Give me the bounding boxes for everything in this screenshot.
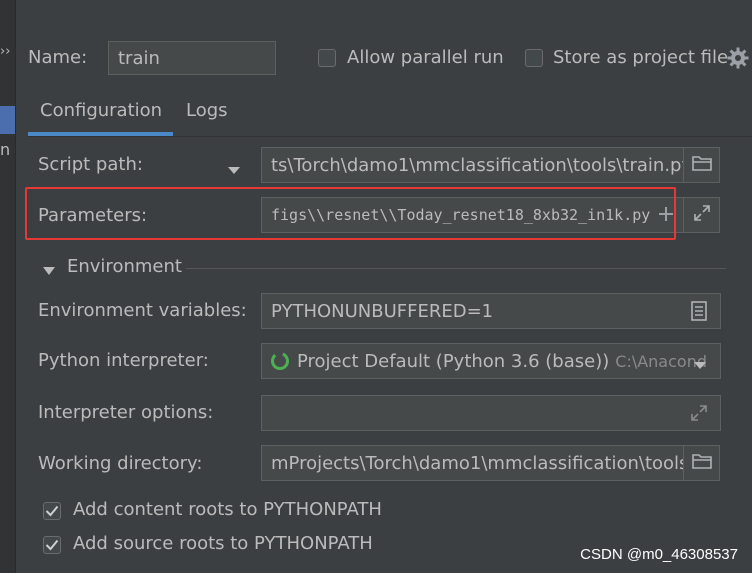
python-loading-icon [270,351,290,371]
csdn-watermark: CSDN @m0_46308537 [580,546,738,563]
interp-options-input[interactable] [261,395,721,431]
interpreter-label: Python interpreter: [38,350,209,371]
expand-chevron-icon[interactable]: ›› [0,44,10,59]
tab-logs[interactable]: Logs [186,100,228,121]
working-dir-browse-button[interactable] [683,445,720,481]
parameters-expand-button[interactable] [683,197,720,233]
script-path-dropdown-icon[interactable] [226,160,242,174]
env-vars-label: Environment variables: [38,300,247,321]
working-dir-input[interactable]: mProjects\Torch\damo1\mmclassification\t… [261,445,684,481]
working-dir-label: Working directory: [38,453,203,474]
interpreter-dropdown-icon[interactable] [692,355,708,369]
allow-parallel-checkbox[interactable] [318,49,336,67]
source-roots-checkbox[interactable] [43,536,61,554]
name-label: Name: [28,47,87,68]
store-project-checkbox[interactable] [525,49,543,67]
content-roots-label: Add content roots to PYTHONPATH [73,499,382,520]
left-tree-strip [0,0,16,573]
name-input[interactable]: train [108,41,276,75]
environment-section-title: Environment [67,256,182,277]
tabs-separator [28,136,752,137]
interp-options-expand-icon[interactable] [690,404,708,422]
content-roots-checkbox[interactable] [43,502,61,520]
gear-icon[interactable] [726,46,750,70]
tab-configuration[interactable]: Configuration [40,100,162,121]
checkmark-icon [45,505,59,517]
expand-icon [693,204,711,227]
section-collapse-icon[interactable] [42,261,56,275]
selected-tree-item[interactable] [0,106,15,134]
script-path-browse-button[interactable] [683,147,720,183]
interpreter-value: Project Default (Python 3.6 (base)) [297,350,610,372]
parameters-highlight-box [25,187,676,240]
name-label-text: Name: [28,47,88,68]
edit-env-vars-icon[interactable] [690,301,708,321]
tree-item-fragment: n [0,140,11,159]
allow-parallel-label: Allow parallel run [347,47,504,68]
env-vars-input[interactable]: PYTHONUNBUFFERED=1 [261,293,721,329]
script-path-input[interactable]: ts\Torch\damo1\mmclassification\tools\tr… [261,147,684,183]
store-project-label: Store as project file [553,47,729,68]
folder-icon [691,453,712,474]
environment-section-line [186,268,726,269]
interp-options-label: Interpreter options: [38,402,214,423]
checkmark-icon [45,539,59,551]
interpreter-select[interactable]: Project Default (Python 3.6 (base)) C:\A… [261,343,721,379]
folder-icon [691,155,712,176]
source-roots-label: Add source roots to PYTHONPATH [73,533,373,554]
script-path-label: Script path: [38,154,143,175]
